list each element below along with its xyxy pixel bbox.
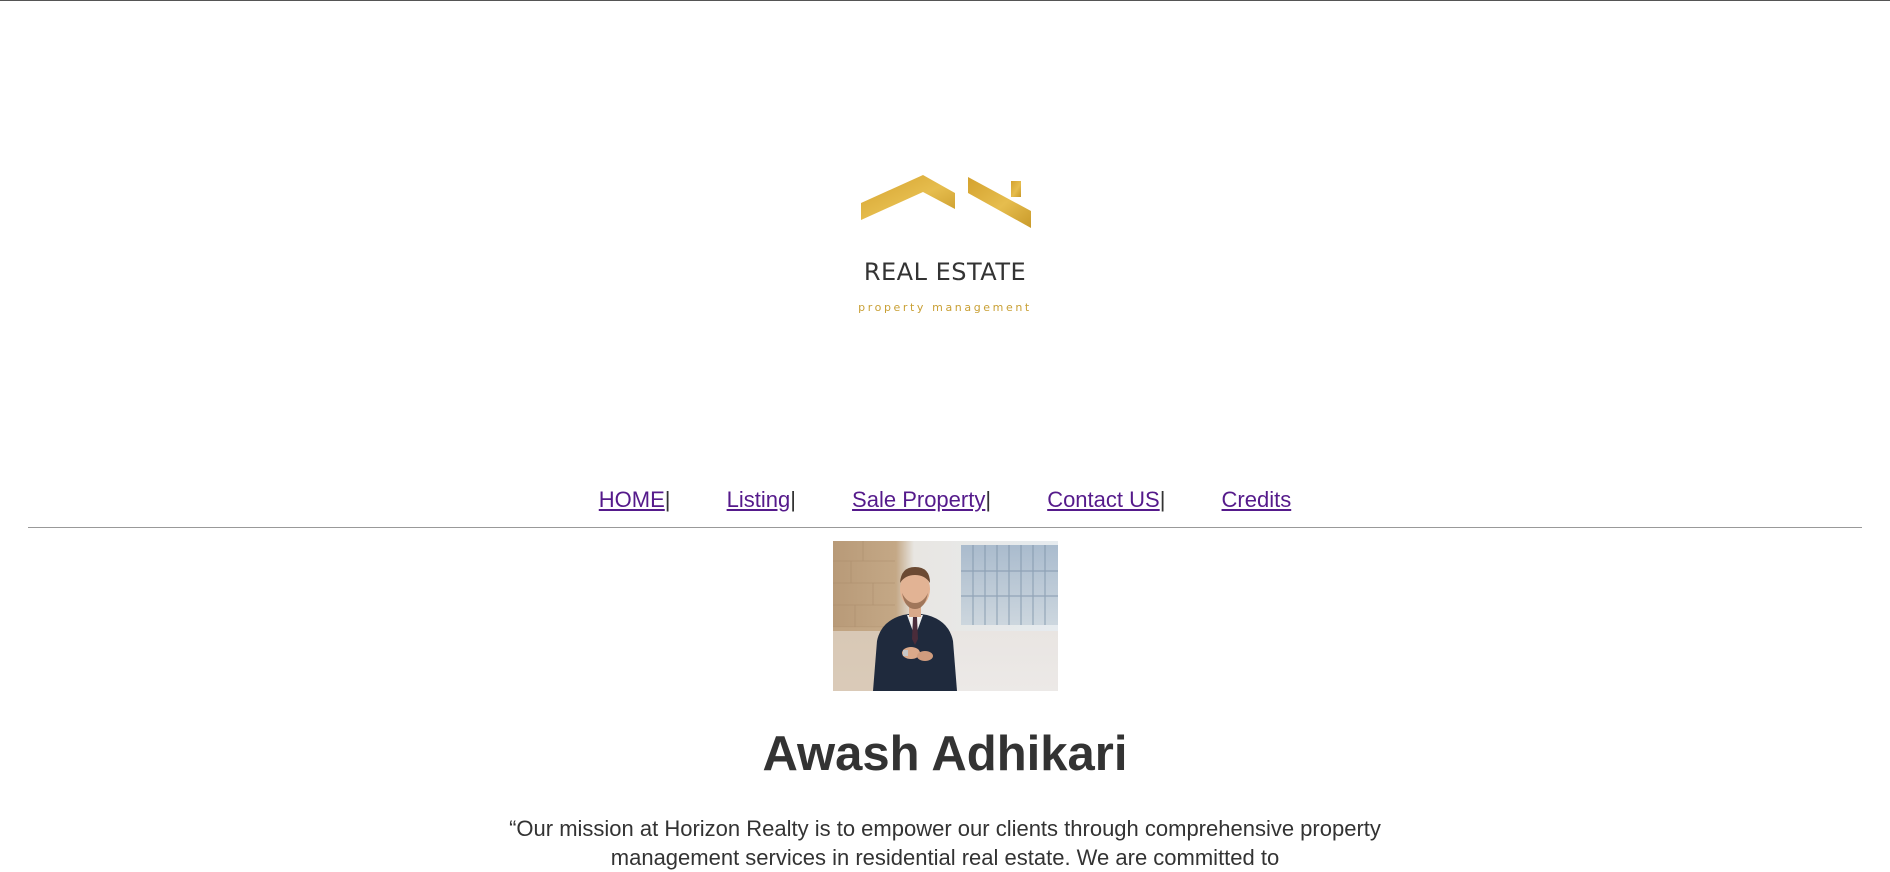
nav-link-home[interactable]: HOME [599, 487, 665, 512]
mission-statement: “Our mission at Horizon Realty is to emp… [509, 816, 1381, 870]
nav-separator: | [1159, 487, 1166, 512]
nav-link-credits[interactable]: Credits [1222, 487, 1292, 512]
nav-separator: | [985, 487, 992, 512]
nav-item-sale-property: Sale Property| [852, 485, 991, 515]
top-border [0, 0, 1890, 1]
agent-photo [833, 541, 1058, 691]
nav-link-listing[interactable]: Listing [727, 487, 791, 512]
nav-separator: | [664, 487, 671, 512]
logo[interactable]: REAL ESTATE property management [852, 175, 1038, 325]
logo-title: REAL ESTATE [863, 258, 1027, 286]
nav-item-home: HOME| [599, 485, 671, 515]
nav-item-contact-us: Contact US| [1047, 485, 1165, 515]
agent-name: Awash Adhikari [762, 727, 1128, 781]
main-nav: HOME| Listing| Sale Property| Contact US… [0, 485, 1890, 515]
nav-item-credits: Credits [1222, 485, 1292, 515]
nav-link-sale-property[interactable]: Sale Property [852, 487, 985, 512]
nav-separator: | [790, 487, 796, 512]
nav-link-contact-us[interactable]: Contact US [1047, 487, 1160, 512]
nav-divider [28, 527, 1862, 528]
agent-portrait-photo [833, 541, 1058, 691]
logo-subtitle: property management [858, 301, 1032, 314]
nav-item-listing: Listing| [727, 485, 796, 515]
house-roof-icon [861, 175, 1031, 228]
